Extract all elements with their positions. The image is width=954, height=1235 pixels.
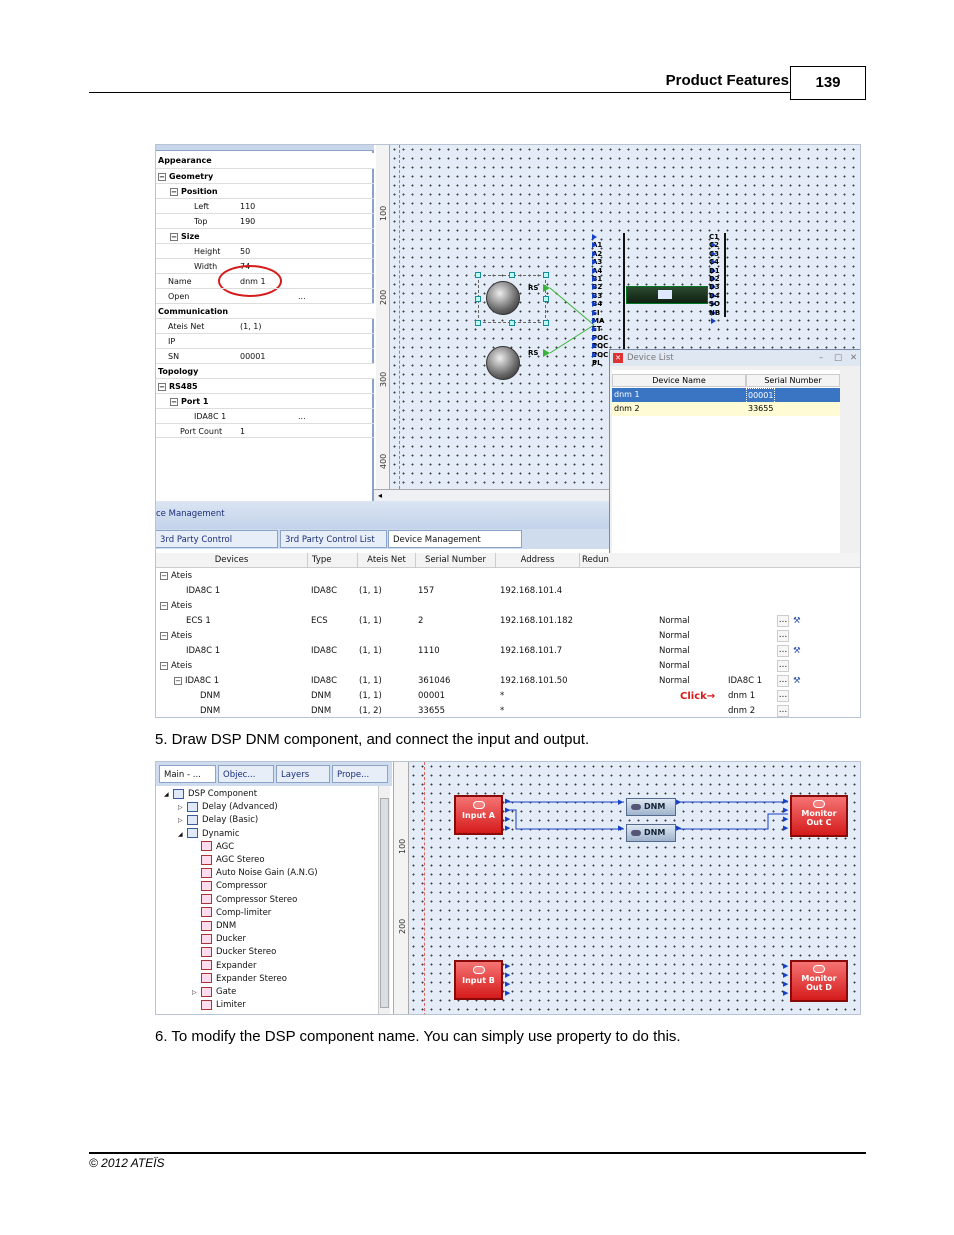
dnm-ports: ▶ [676,824,682,832]
monitor-out-c-block[interactable]: Monitor Out C [790,795,848,837]
input-a-block[interactable]: Input A [454,795,503,835]
dnm-icon [631,803,641,810]
screenshot-dsp-component: Main - ... Objec... Layers Prope... ◢ DSP… [155,761,861,1015]
ida8c-left-bar [623,233,625,351]
x-icon: ✕ [613,353,623,363]
table-row[interactable]: DNM DNM (1, 1) 00001 * dnm 1… [156,689,860,704]
tab-3rd-party-list[interactable]: 3rd Party Control List [280,530,387,548]
input-b-block[interactable]: Input B [454,960,503,1000]
device-row[interactable]: dnm 2 33655 [612,402,840,416]
output-d-ports: ▶ ▶ ▶ ▶ [783,962,789,997]
ellipsis-button[interactable]: … [777,705,789,717]
maximize-icon[interactable]: □ [834,350,842,366]
dnm-icon [631,829,641,836]
footer-copyright: © 2012 ATEÏS [89,1156,165,1170]
panel-tabs: 3rd Party Control Command 3rd Party Cont… [156,529,609,563]
wrench-icon[interactable]: ⚒ [793,674,801,689]
minimize-icon[interactable]: – [819,350,823,366]
ida8c-display [658,290,672,299]
caption-step-5: 5. Draw DSP DNM component, and connect t… [155,731,590,748]
output-c-ports: ▶ ▶ ▶ ▶ [783,797,789,832]
device-management-table: Devices Type Ateis Net Serial Number Add… [156,553,860,717]
table-row[interactable]: − Ateis Normal… [156,629,860,644]
dnm-ports: ▶ [618,798,624,806]
table-header: Devices Type Ateis Net Serial Number Add… [156,553,860,568]
screenshot-device-management: Appearance − Geometry − Position Left 110 T… [155,144,861,718]
click-annotation: Click→ [680,691,716,702]
table-row[interactable]: ECS 1 ECS (1, 1) 2 192.168.101.182 Normal… ⚒ [156,614,860,629]
tab-3rd-party-command[interactable]: 3rd Party Control Command [156,530,278,563]
ellipsis-button[interactable]: … [777,645,789,657]
table-row[interactable]: IDA8C 1 IDA8C (1, 1) 1110 192.168.101.7 Norma… [156,644,860,659]
table-row[interactable]: − IDA8C 1 IDA8C (1, 1) 361046 192.168.101.50 I… [156,674,860,689]
footer-rule [89,1152,866,1154]
ellipsis-button[interactable]: … [777,690,789,702]
device-row-selected[interactable]: dnm 1 00001 [612,388,840,404]
page-number: 139 [790,66,866,100]
header-rule [89,92,790,93]
horizontal-scrollbar[interactable]: ◂ [374,489,609,501]
wrench-icon[interactable]: ⚒ [793,644,801,659]
close-icon[interactable]: ✕ [850,350,857,366]
table-row[interactable]: IDA8C 1 IDA8C (1, 1) 157 192.168.101.4 [156,584,860,599]
dnm-block-1[interactable]: DNM [626,798,676,816]
col-device-name[interactable]: Device Name [612,374,746,387]
dnm-ports: ▶ [676,798,682,806]
ellipsis-button[interactable]: … [777,675,789,687]
input-a-ports: ▶ ▶ ▶ ▶ [505,797,511,832]
ellipsis-button[interactable]: … [777,660,789,672]
table-row[interactable]: − Ateis Normal… [156,659,860,674]
section-title: Product Features [665,72,789,89]
caption-step-6: 6. To modify the DSP component name. You… [155,1028,681,1045]
input-b-ports: ▶ ▶ ▶ ▶ [505,962,511,997]
dialog-title-bar: ✕ Device List – □ ✕ [610,350,860,366]
dnm-block-2[interactable]: DNM [626,824,676,842]
table-row[interactable]: − Ateis [156,599,860,614]
ellipsis-button[interactable]: … [777,630,789,642]
ida8c-pin[interactable]: PL [592,351,602,368]
table-row[interactable]: DNM DNM (1, 2) 33655 * dnm 2… [156,704,860,717]
ellipsis-button[interactable]: … [777,615,789,627]
col-serial-number[interactable]: Serial Number [746,374,840,387]
table-row[interactable]: − Ateis [156,569,860,584]
ida8c-right-bar [724,233,726,317]
ida8c-pin[interactable]: NB [709,309,720,326]
wrench-icon[interactable]: ⚒ [793,614,801,629]
dnm-ports: ▶ [618,824,624,832]
tab-device-management[interactable]: Device Management [388,530,522,548]
monitor-out-d-block[interactable]: Monitor Out D [790,960,848,1002]
panel-title-bar: ce Management [156,501,609,529]
